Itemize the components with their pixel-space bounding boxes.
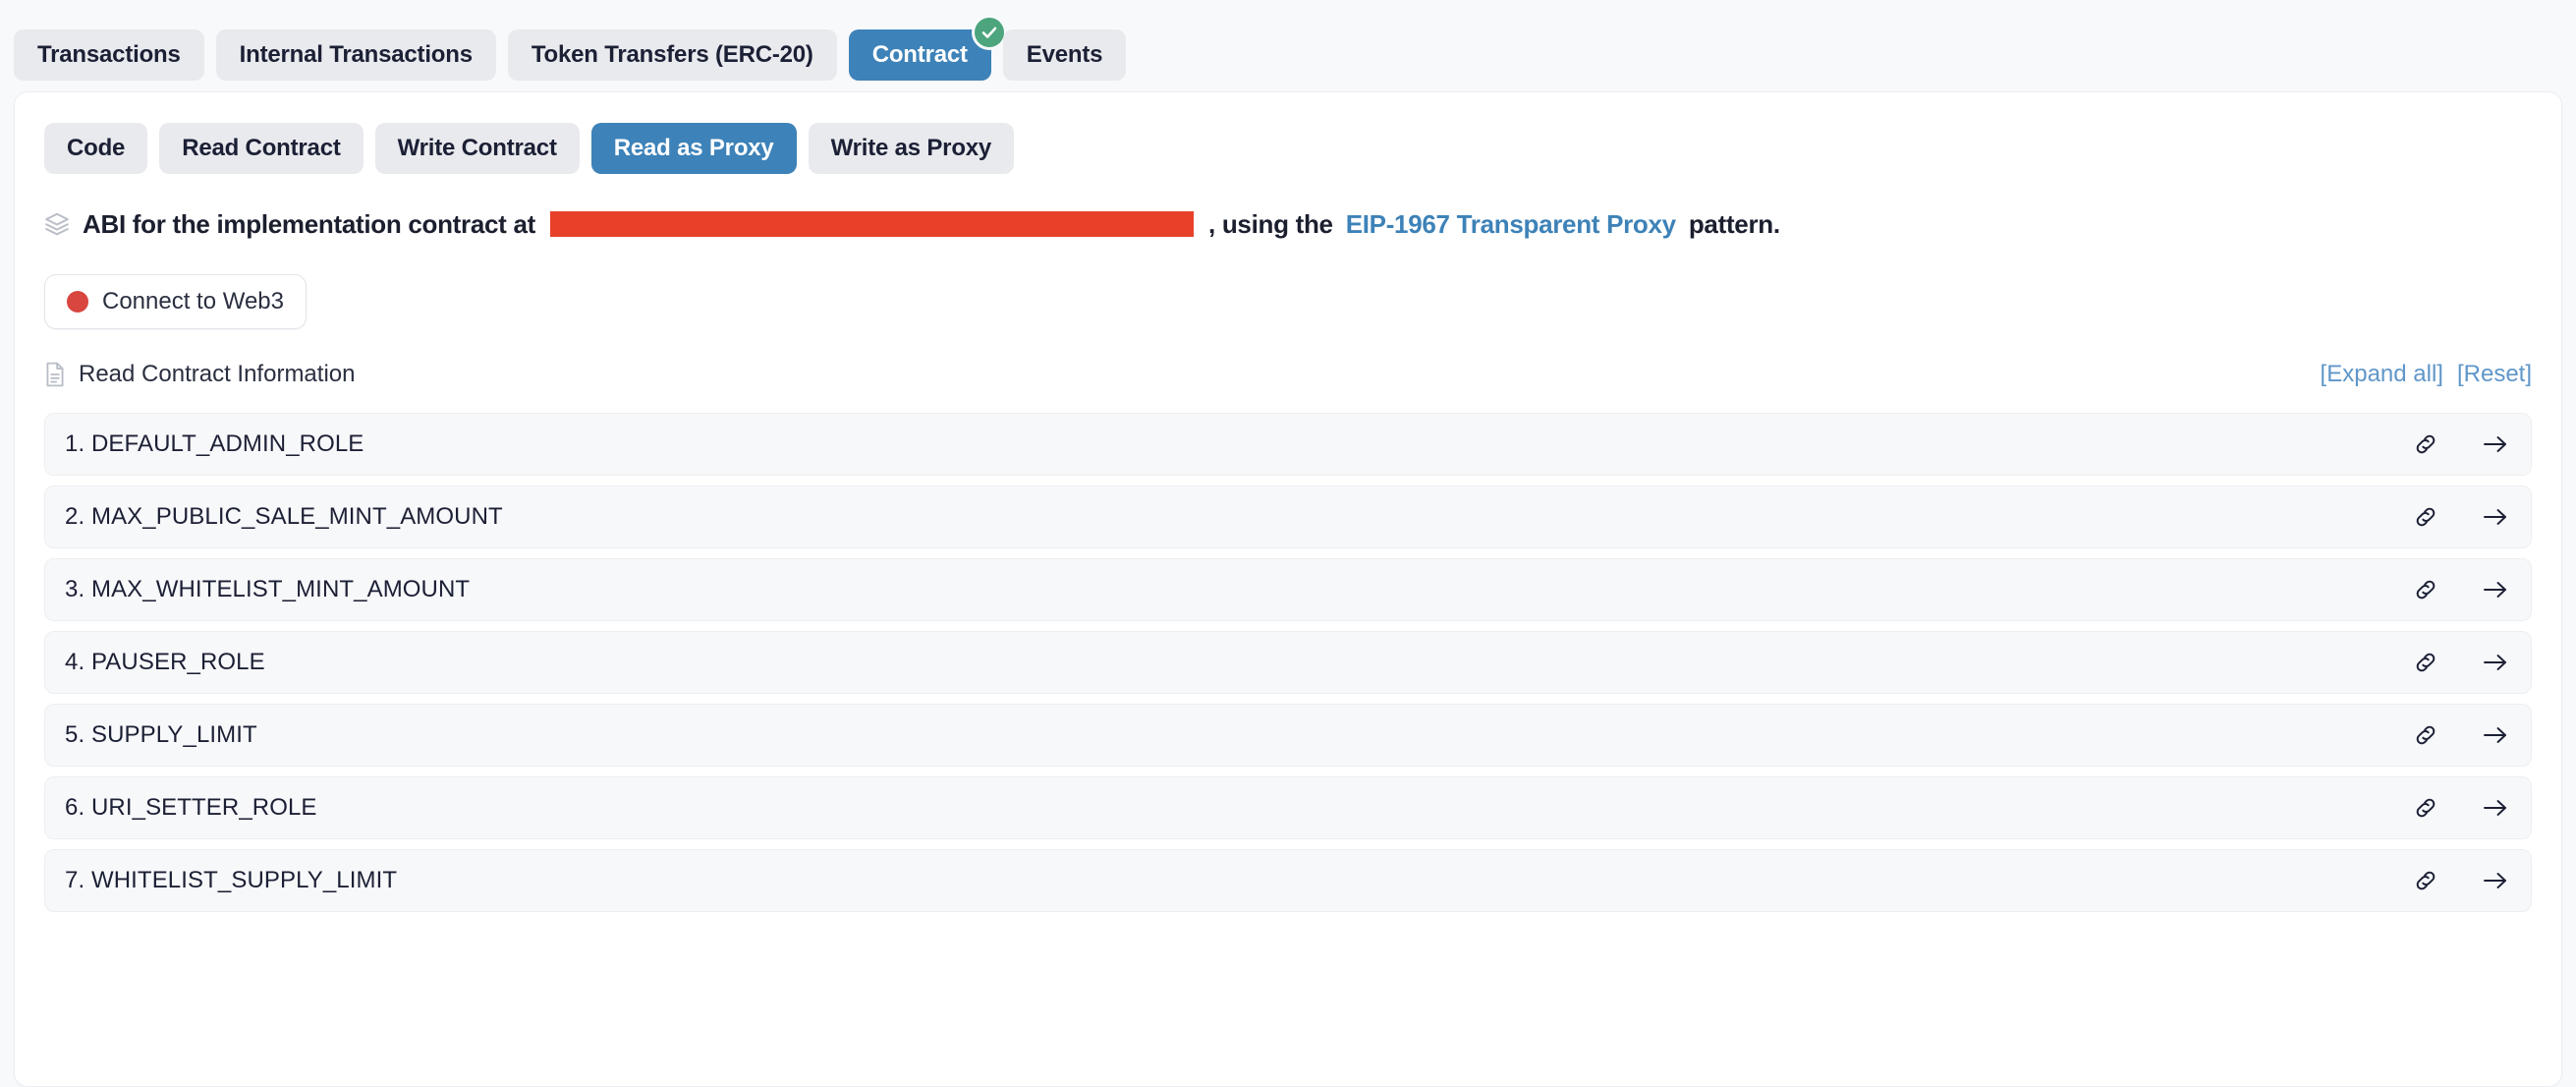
link-icon[interactable] xyxy=(2413,868,2438,893)
link-icon[interactable] xyxy=(2413,577,2438,602)
subtab-label: Read as Proxy xyxy=(614,135,774,162)
function-row[interactable]: 6. URI_SETTER_ROLE xyxy=(44,776,2532,839)
tab-events[interactable]: Events xyxy=(1003,29,1127,81)
tab-label: Events xyxy=(1027,41,1103,69)
expand-all-link[interactable]: [Expand all] xyxy=(2321,361,2443,388)
connect-to-web3-button[interactable]: Connect to Web3 xyxy=(44,274,307,329)
arrow-right-icon[interactable] xyxy=(2482,651,2509,674)
layers-icon xyxy=(44,211,70,237)
subtab-label: Write Contract xyxy=(398,135,557,162)
arrow-right-icon[interactable] xyxy=(2482,578,2509,601)
link-icon[interactable] xyxy=(2413,431,2438,457)
function-row[interactable]: 4. PAUSER_ROLE xyxy=(44,631,2532,694)
function-name: 2. MAX_PUBLIC_SALE_MINT_AMOUNT xyxy=(65,503,503,531)
link-icon[interactable] xyxy=(2413,650,2438,675)
function-row[interactable]: 7. WHITELIST_SUPPLY_LIMIT xyxy=(44,849,2532,912)
subtab-write-as-proxy[interactable]: Write as Proxy xyxy=(809,123,1015,174)
function-name: 7. WHITELIST_SUPPLY_LIMIT xyxy=(65,867,397,894)
abi-notice-suffix: pattern. xyxy=(1689,209,1780,240)
function-row-actions xyxy=(2413,431,2509,457)
contract-panel: Code Read Contract Write Contract Read a… xyxy=(14,91,2562,1087)
tab-label: Internal Transactions xyxy=(240,41,473,69)
function-row-actions xyxy=(2413,650,2509,675)
connect-button-label: Connect to Web3 xyxy=(102,288,284,315)
function-name: 5. SUPPLY_LIMIT xyxy=(65,721,257,749)
function-row[interactable]: 1. DEFAULT_ADMIN_ROLE xyxy=(44,413,2532,476)
tab-contract[interactable]: Contract xyxy=(849,29,991,81)
tab-internal-transactions[interactable]: Internal Transactions xyxy=(216,29,496,81)
subtab-code[interactable]: Code xyxy=(44,123,147,174)
info-actions: [Expand all] [Reset] xyxy=(2321,361,2532,388)
contract-function-list: 1. DEFAULT_ADMIN_ROLE 2. MAX_PUBLIC_SALE… xyxy=(44,413,2532,912)
function-row-actions xyxy=(2413,577,2509,602)
link-icon[interactable] xyxy=(2413,504,2438,530)
contract-subtab-bar: Code Read Contract Write Contract Read a… xyxy=(44,123,2532,174)
tab-transactions[interactable]: Transactions xyxy=(14,29,204,81)
contract-tab-bar: Transactions Internal Transactions Token… xyxy=(0,0,2576,91)
tab-label: Token Transfers (ERC-20) xyxy=(532,41,813,69)
tab-token-transfers[interactable]: Token Transfers (ERC-20) xyxy=(508,29,837,81)
reset-link[interactable]: [Reset] xyxy=(2457,361,2532,388)
abi-implementation-notice: ABI for the implementation contract at ,… xyxy=(44,203,2532,245)
abi-notice-prefix: ABI for the implementation contract at xyxy=(83,209,535,240)
function-name: 1. DEFAULT_ADMIN_ROLE xyxy=(65,430,364,458)
redacted-implementation-address xyxy=(550,211,1194,237)
link-icon[interactable] xyxy=(2413,722,2438,748)
subtab-label: Code xyxy=(67,135,125,162)
subtab-write-contract[interactable]: Write Contract xyxy=(375,123,580,174)
function-row[interactable]: 2. MAX_PUBLIC_SALE_MINT_AMOUNT xyxy=(44,486,2532,548)
subtab-read-as-proxy[interactable]: Read as Proxy xyxy=(591,123,797,174)
link-icon[interactable] xyxy=(2413,795,2438,821)
subtab-read-contract[interactable]: Read Contract xyxy=(159,123,363,174)
arrow-right-icon[interactable] xyxy=(2482,796,2509,820)
subtab-label: Write as Proxy xyxy=(831,135,992,162)
tab-label: Transactions xyxy=(37,41,181,69)
arrow-right-icon[interactable] xyxy=(2482,723,2509,747)
arrow-right-icon[interactable] xyxy=(2482,505,2509,529)
verified-check-icon xyxy=(975,18,1004,47)
function-row-actions xyxy=(2413,504,2509,530)
tab-label: Contract xyxy=(872,41,968,69)
function-row[interactable]: 5. SUPPLY_LIMIT xyxy=(44,704,2532,767)
function-name: 3. MAX_WHITELIST_MINT_AMOUNT xyxy=(65,576,470,603)
function-name: 6. URI_SETTER_ROLE xyxy=(65,794,317,822)
read-contract-information-title: Read Contract Information xyxy=(79,361,355,388)
subtab-label: Read Contract xyxy=(182,135,340,162)
arrow-right-icon[interactable] xyxy=(2482,869,2509,892)
abi-notice-middle: , using the xyxy=(1208,209,1333,240)
function-row[interactable]: 3. MAX_WHITELIST_MINT_AMOUNT xyxy=(44,558,2532,621)
function-row-actions xyxy=(2413,868,2509,893)
arrow-right-icon[interactable] xyxy=(2482,432,2509,456)
eip-1967-link[interactable]: EIP-1967 Transparent Proxy xyxy=(1346,209,1676,240)
function-row-actions xyxy=(2413,795,2509,821)
read-contract-information-header: Read Contract Information [Expand all] [… xyxy=(44,355,2532,394)
function-name: 4. PAUSER_ROLE xyxy=(65,649,265,676)
red-dot-icon xyxy=(67,291,88,313)
document-icon xyxy=(44,362,66,387)
info-title-group: Read Contract Information xyxy=(44,361,355,388)
function-row-actions xyxy=(2413,722,2509,748)
